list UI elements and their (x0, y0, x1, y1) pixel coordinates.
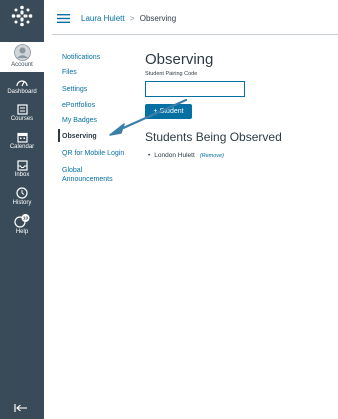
page-title: Observing (145, 51, 214, 68)
nav-label: History (12, 200, 32, 206)
nav-help[interactable]: 10 Help (0, 214, 44, 238)
remove-student-link[interactable]: (Remove) (200, 153, 224, 159)
help-icon: 10 (14, 214, 30, 228)
section-nav-files[interactable]: Files (62, 68, 77, 77)
nav-calendar[interactable]: Calendar (0, 132, 44, 154)
bullet: • (148, 152, 151, 159)
nav-label: Calendar (9, 144, 35, 150)
breadcrumb-current: Observing (139, 14, 177, 23)
courses-icon (16, 104, 28, 115)
nav-dashboard[interactable]: Dashboard (0, 78, 44, 100)
nav-label: Dashboard (7, 89, 37, 95)
canvas-logo-icon[interactable] (11, 5, 33, 27)
header-divider (52, 34, 338, 35)
section-nav-global-announcements[interactable]: Global Announcements (62, 166, 113, 184)
global-nav: Account Dashboard Courses Calendar Inbox (0, 0, 44, 419)
student-name: London Hulett (154, 152, 195, 159)
nav-label: Courses (10, 116, 34, 122)
section-nav-observing[interactable]: Observing (62, 132, 97, 141)
section-nav-label: Announcements (62, 176, 113, 183)
pairing-code-input[interactable] (145, 81, 245, 97)
help-badge: 10 (23, 216, 29, 221)
breadcrumb: Laura Hulett > Observing (81, 13, 176, 24)
nav-label: Help (15, 229, 29, 235)
section-nav-settings[interactable]: Settings (62, 85, 87, 94)
hamburger-menu-icon[interactable] (57, 14, 70, 23)
dashboard-icon (16, 80, 28, 87)
calendar-icon (16, 132, 28, 143)
inbox-icon (16, 160, 28, 171)
clock-icon (16, 187, 28, 199)
nav-courses[interactable]: Courses (0, 104, 44, 126)
breadcrumb-separator: > (129, 14, 135, 23)
nav-history[interactable]: History (0, 187, 44, 209)
nav-account[interactable]: Account (0, 42, 44, 72)
nav-label: Inbox (14, 172, 30, 178)
collapse-arrow-icon[interactable] (14, 403, 28, 413)
add-student-button[interactable]: + Student (145, 104, 192, 119)
section-nav-label: Global (62, 167, 83, 174)
observed-students-heading: Students Being Observed (145, 130, 282, 144)
nav-inbox[interactable]: Inbox (0, 160, 44, 182)
pairing-code-label: Student Pairing Code (145, 71, 198, 77)
section-nav-notifications[interactable]: Notifications (62, 53, 100, 62)
section-nav-qr-mobile-login[interactable]: QR for Mobile Login (62, 149, 124, 158)
avatar-icon (13, 44, 31, 61)
list-item: • London Hulett (Remove) (148, 151, 224, 161)
active-indicator (58, 129, 60, 142)
section-nav-my-badges[interactable]: My Badges (62, 116, 97, 125)
nav-label: Account (11, 62, 33, 68)
section-nav-eportfolios[interactable]: ePortfolios (62, 101, 95, 110)
breadcrumb-user-link[interactable]: Laura Hulett (81, 14, 125, 23)
